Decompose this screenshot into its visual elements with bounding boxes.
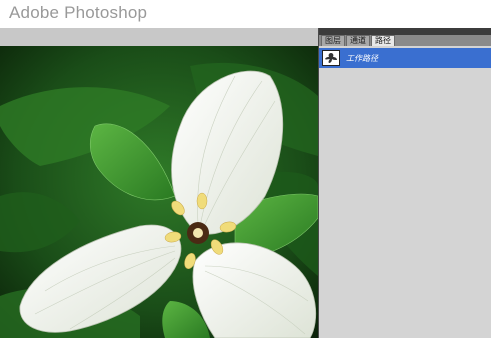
- tab-paths[interactable]: 路径: [371, 35, 395, 46]
- flower-photo: [0, 46, 318, 338]
- panel-title-bar[interactable]: [319, 28, 491, 35]
- document-canvas[interactable]: [0, 46, 318, 338]
- paths-panel: 图层 通道 路径 工作路径: [318, 28, 491, 338]
- photoshop-window: Adobe Photoshop 图层 通道 路径 工作路径: [0, 0, 491, 338]
- path-item-work-path[interactable]: 工作路径: [319, 48, 491, 68]
- path-thumbnail: [322, 50, 340, 66]
- tab-layers[interactable]: 图层: [321, 35, 345, 46]
- path-shape-icon: [325, 53, 337, 63]
- panel-tabs: 图层 通道 路径: [319, 35, 491, 46]
- app-title: Adobe Photoshop: [9, 3, 148, 22]
- tab-channels[interactable]: 通道: [346, 35, 370, 46]
- path-label: 工作路径: [346, 53, 378, 63]
